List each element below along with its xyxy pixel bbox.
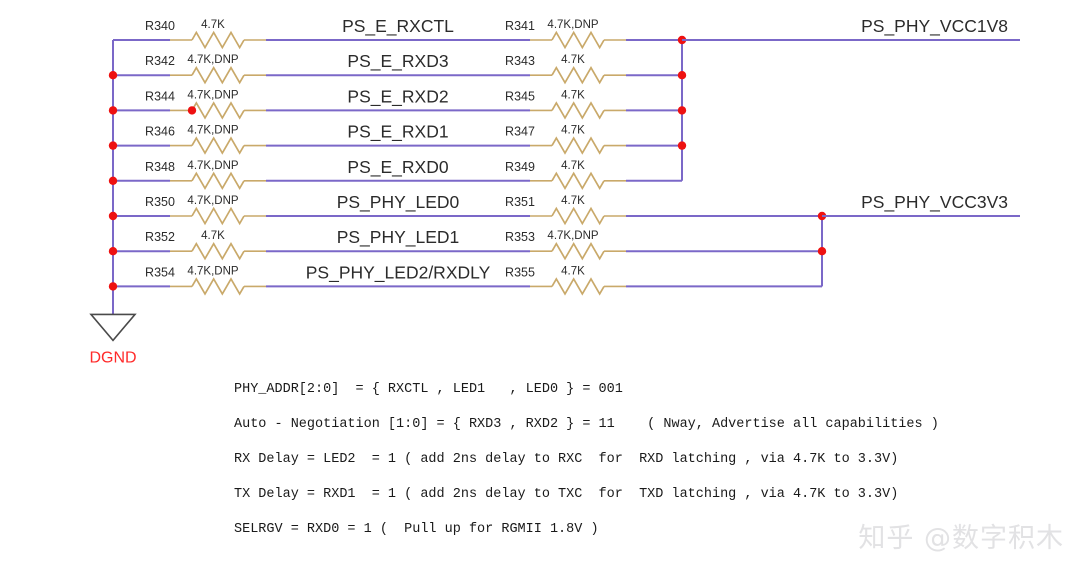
net-label-PS_E_RXCTL: PS_E_RXCTL xyxy=(342,16,454,37)
resistor-R343-body xyxy=(551,65,605,85)
refdes-R343: R343 xyxy=(505,54,535,68)
junction-left-row5 xyxy=(108,176,118,185)
net-label-PS_PHY_LED1: PS_PHY_LED1 xyxy=(337,227,460,248)
power-net-label-PS_PHY_VCC1V8: PS_PHY_VCC1V8 xyxy=(861,16,1008,37)
value-R353: 4.7K,DNP xyxy=(547,230,598,242)
note-line: SELRGV = RXD0 = 1 ( Pull up for RGMII 1.… xyxy=(234,522,599,537)
refdes-R352: R352 xyxy=(145,230,175,244)
note-line: RX Delay = LED2 = 1 ( add 2ns delay to R… xyxy=(234,452,899,467)
value-R345: 4.7K xyxy=(561,89,585,101)
refdes-R350: R350 xyxy=(145,195,175,209)
ground-label: DGND xyxy=(89,349,136,366)
value-R340: 4.7K xyxy=(201,19,225,31)
refdes-R351: R351 xyxy=(505,195,535,209)
junction-row3-extra xyxy=(187,106,197,115)
watermark: 知乎 @数字积木 xyxy=(858,523,1064,554)
refdes-R345: R345 xyxy=(505,89,535,103)
resistor-R340-body xyxy=(191,30,245,50)
junction-left-row4 xyxy=(108,141,118,150)
note-line: PHY_ADDR[2:0] = { RXCTL , LED1 , LED0 } … xyxy=(234,382,623,397)
note-line: Auto - Negotiation [1:0] = { RXD3 , RXD2… xyxy=(234,417,939,432)
refdes-R346: R346 xyxy=(145,125,175,139)
junction-left-row6 xyxy=(108,211,118,221)
resistor-R344-body xyxy=(191,101,245,120)
value-R348: 4.7K,DNP xyxy=(187,160,238,172)
value-R354: 4.7K,DNP xyxy=(187,265,238,277)
resistor-R349-body xyxy=(551,171,605,191)
ground-triangle-icon xyxy=(89,313,137,342)
junction-left-row7 xyxy=(108,247,118,256)
note-line: TX Delay = RXD1 = 1 ( add 2ns delay to T… xyxy=(234,487,899,502)
resistor-R345-body xyxy=(551,101,605,120)
refdes-R344: R344 xyxy=(145,89,175,103)
resistor-R341-body xyxy=(551,30,605,50)
value-R341: 4.7K,DNP xyxy=(547,19,598,31)
resistor-R354-body xyxy=(191,277,245,296)
junction-left-row8 xyxy=(108,282,118,291)
resistor-R348-body xyxy=(191,171,245,191)
power-net-label-PS_PHY_VCC3V3: PS_PHY_VCC3V3 xyxy=(861,192,1008,213)
refdes-R340: R340 xyxy=(145,19,175,33)
net-label-PS_PHY_LED2/RXDLY: PS_PHY_LED2/RXDLY xyxy=(306,262,491,283)
junction-3v3-row7 xyxy=(817,247,827,256)
value-R347: 4.7K xyxy=(561,125,585,137)
net-label-PS_E_RXD2: PS_E_RXD2 xyxy=(347,86,448,107)
value-R343: 4.7K xyxy=(561,54,585,66)
value-R350: 4.7K,DNP xyxy=(187,195,238,207)
resistor-R346-body xyxy=(191,136,245,155)
net-label-PS_E_RXD0: PS_E_RXD0 xyxy=(347,157,448,178)
net-label-PS_E_RXD3: PS_E_RXD3 xyxy=(347,51,448,72)
junction-1v8-row4 xyxy=(677,141,687,150)
resistor-R352-body xyxy=(191,241,245,261)
refdes-R354: R354 xyxy=(145,265,175,279)
resistor-R351-body xyxy=(551,206,605,226)
resistor-R350-body xyxy=(191,206,245,226)
junction-1v8-row3 xyxy=(677,106,687,115)
refdes-R342: R342 xyxy=(145,54,175,68)
junction-left-row2 xyxy=(108,71,118,80)
value-R351: 4.7K xyxy=(561,195,585,207)
net-label-PS_E_RXD1: PS_E_RXD1 xyxy=(347,122,448,143)
net-label-PS_PHY_LED0: PS_PHY_LED0 xyxy=(337,192,460,213)
refdes-R349: R349 xyxy=(505,160,535,174)
refdes-R348: R348 xyxy=(145,160,175,174)
junction-left-row3 xyxy=(108,106,118,115)
refdes-R341: R341 xyxy=(505,19,535,33)
value-R355: 4.7K xyxy=(561,265,585,277)
refdes-R355: R355 xyxy=(505,265,535,279)
notes-block: PHY_ADDR[2:0] = { RXCTL , LED1 , LED0 } … xyxy=(234,372,939,547)
refdes-R347: R347 xyxy=(505,125,535,139)
refdes-R353: R353 xyxy=(505,230,535,244)
value-R346: 4.7K,DNP xyxy=(187,125,238,137)
value-R352: 4.7K xyxy=(201,230,225,242)
value-R344: 4.7K,DNP xyxy=(187,89,238,101)
resistor-R355-body xyxy=(551,277,605,296)
resistor-R353-body xyxy=(551,241,605,261)
resistor-R342-body xyxy=(191,65,245,85)
resistor-R347-body xyxy=(551,136,605,155)
value-R349: 4.7K xyxy=(561,160,585,172)
value-R342: 4.7K,DNP xyxy=(187,54,238,66)
junction-1v8-row2 xyxy=(677,71,687,80)
